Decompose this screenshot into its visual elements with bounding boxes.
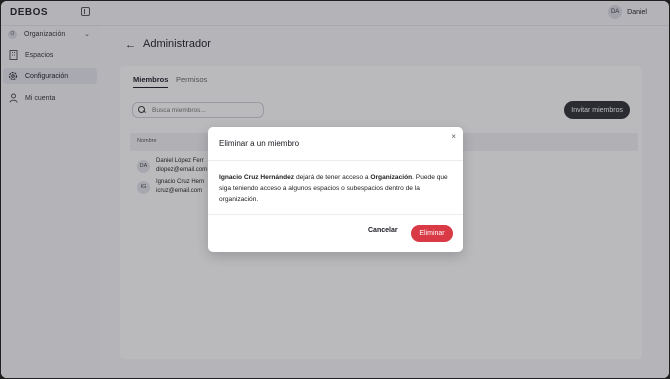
organization-name-strong: Organización (370, 174, 413, 181)
delete-button[interactable]: Eliminar (411, 225, 453, 242)
member-name-strong: Ignacio Cruz Hernández (219, 174, 295, 181)
divider (208, 214, 463, 215)
cancel-button[interactable]: Cancelar (368, 227, 398, 234)
close-icon[interactable]: × (451, 132, 456, 141)
delete-member-dialog: × Eliminar a un miembro Ignacio Cruz Her… (208, 127, 463, 252)
divider (208, 160, 463, 161)
dialog-message: Ignacio Cruz Hernández dejará de tener a… (219, 172, 454, 205)
dialog-title: Eliminar a un miembro (219, 139, 300, 148)
message-text: dejará de tener acceso a (294, 174, 371, 181)
app-window: DEBOS DA Daniel O Organización ⌄ Espacio… (1, 1, 669, 378)
